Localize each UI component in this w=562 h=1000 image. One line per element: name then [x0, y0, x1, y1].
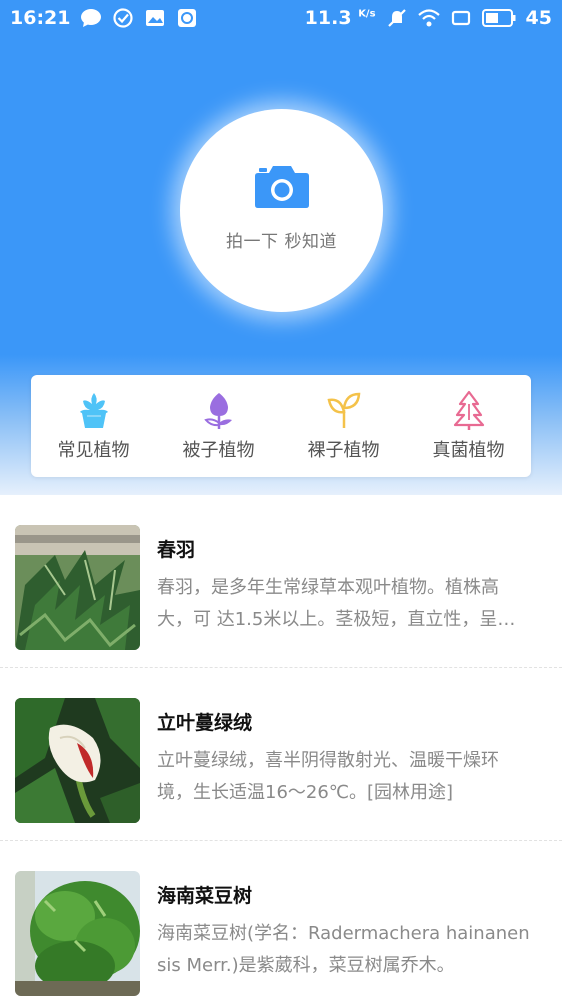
- pine-tree-icon: [453, 390, 484, 430]
- category-label: 真菌植物: [432, 440, 505, 461]
- plant-thumbnail: [15, 871, 140, 996]
- category-label: 被子植物: [182, 440, 255, 461]
- battery-icon: [481, 9, 516, 27]
- category-common-plants[interactable]: 常见植物: [39, 390, 149, 462]
- plant-thumbnail: [15, 698, 140, 823]
- camera-scan-label: 拍一下 秒知道: [226, 232, 337, 252]
- plant-title: 立叶蔓绿绒: [157, 712, 253, 734]
- category-gymnosperms[interactable]: 裸子植物: [289, 390, 399, 462]
- plant-title: 海南菜豆树: [157, 885, 253, 907]
- app-notification-icon: [178, 9, 197, 27]
- battery-level: 45: [525, 7, 552, 29]
- category-fungi[interactable]: 真菌植物: [414, 390, 524, 462]
- mute-bell-icon: [387, 9, 406, 27]
- plant-title: 春羽: [157, 539, 196, 561]
- category-card: 常见植物 被子植物 裸子植物 真菌植物: [31, 375, 531, 477]
- plant-list-item[interactable]: 春羽 春羽，是多年生常绿草本观叶植物。植株高大，可 达1.5米以上。茎极短，直立…: [0, 495, 562, 668]
- image-icon: [146, 10, 165, 26]
- flower-bud-icon: [203, 393, 232, 429]
- status-bar: 16:21 11.3 K/s 45: [0, 0, 562, 36]
- category-label: 裸子植物: [307, 440, 380, 461]
- plant-description: 春羽，是多年生常绿草本观叶植物。植株高大，可 达1.5米以上。茎极短，直立性，呈…: [157, 577, 516, 630]
- plant-description: 立叶蔓绿绒，喜半阴得散射光、温暖干燥环境，生长适温16～26℃。[园林用途]: [157, 750, 499, 803]
- plant-thumbnail: [15, 525, 140, 650]
- screen-rotation-icon: [451, 10, 470, 26]
- plant-list: 春羽 春羽，是多年生常绿草本观叶植物。植株高大，可 达1.5米以上。茎极短，直立…: [0, 495, 562, 1000]
- network-speed-unit: K/s: [358, 8, 376, 20]
- potted-plant-icon: [79, 393, 108, 428]
- header-banner: 16:21 11.3 K/s 45 拍一下 秒知道 常见植物 被子植物 裸子植物…: [0, 0, 562, 495]
- plant-description: 海南菜豆树(学名：Radermachera hainanensis Merr.)…: [157, 923, 530, 976]
- camera-icon: [254, 166, 309, 208]
- category-angiosperms[interactable]: 被子植物: [164, 390, 274, 462]
- camera-scan-button[interactable]: 拍一下 秒知道: [180, 109, 383, 312]
- check-circle-icon: [113, 8, 134, 28]
- category-label: 常见植物: [57, 440, 130, 461]
- plant-list-item[interactable]: 海南菜豆树 海南菜豆树(学名：Radermachera hainanensis …: [0, 841, 562, 1000]
- status-time: 16:21: [10, 7, 71, 29]
- sprout-icon: [327, 392, 360, 428]
- network-speed: 11.3: [304, 7, 352, 29]
- chat-bubble-icon: [81, 9, 102, 27]
- wifi-icon: [417, 9, 440, 27]
- plant-list-item[interactable]: 立叶蔓绿绒 立叶蔓绿绒，喜半阴得散射光、温暖干燥环境，生长适温16～26℃。[园…: [0, 668, 562, 841]
